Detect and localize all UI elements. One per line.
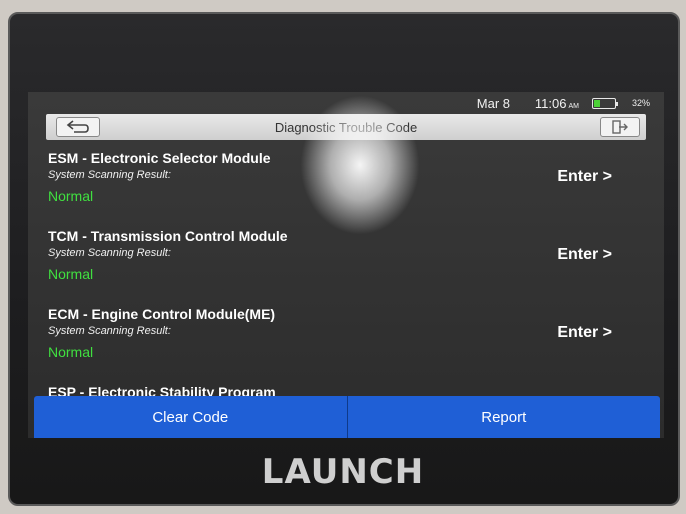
action-bar: Clear Code Report — [34, 396, 660, 438]
module-status: Normal — [48, 344, 94, 360]
enter-button-esm[interactable]: Enter > — [557, 168, 612, 186]
brand-logo: LAUNCH — [261, 452, 425, 492]
title-bar: Diagnostic Trouble Code — [46, 114, 646, 140]
battery-percent: 32% — [631, 98, 650, 108]
status-bar: Mar 8 11:06 AM 32% — [28, 92, 664, 114]
device-screen: Mar 8 11:06 AM 32% Diagnostic Trouble Cod… — [28, 92, 664, 438]
report-button[interactable]: Report — [346, 396, 661, 438]
module-name: ESM - Electronic Selector Module — [48, 150, 271, 166]
clear-code-button[interactable]: Clear Code — [34, 396, 347, 438]
enter-button-ecm[interactable]: Enter > — [557, 324, 612, 342]
module-name: TCM - Transmission Control Module — [48, 228, 288, 244]
battery-icon — [592, 98, 618, 109]
status-date: Mar 8 — [476, 96, 510, 111]
module-subtitle: System Scanning Result: — [48, 325, 171, 337]
enter-button-tcm[interactable]: Enter > — [557, 246, 612, 264]
status-ampm: AM — [568, 103, 580, 110]
exit-icon — [612, 120, 628, 134]
page-title: Diagnostic Trouble Code — [274, 120, 418, 135]
module-item-ecm[interactable]: ECM - Engine Control Module(ME) System S… — [28, 300, 664, 378]
module-name: ECM - Engine Control Module(ME) — [48, 306, 276, 322]
battery-fill — [594, 100, 600, 107]
module-subtitle: System Scanning Result: — [48, 169, 171, 181]
exit-button[interactable] — [600, 117, 640, 137]
module-subtitle: System Scanning Result: — [48, 247, 171, 259]
module-status: Normal — [48, 266, 94, 282]
module-item-tcm[interactable]: TCM - Transmission Control Module System… — [28, 222, 664, 300]
module-status: Normal — [48, 188, 94, 204]
module-item-esm[interactable]: ESM - Electronic Selector Module System … — [28, 144, 664, 222]
status-time-value: 11:06 — [534, 96, 567, 111]
status-time: 11:06 AM — [535, 96, 579, 111]
